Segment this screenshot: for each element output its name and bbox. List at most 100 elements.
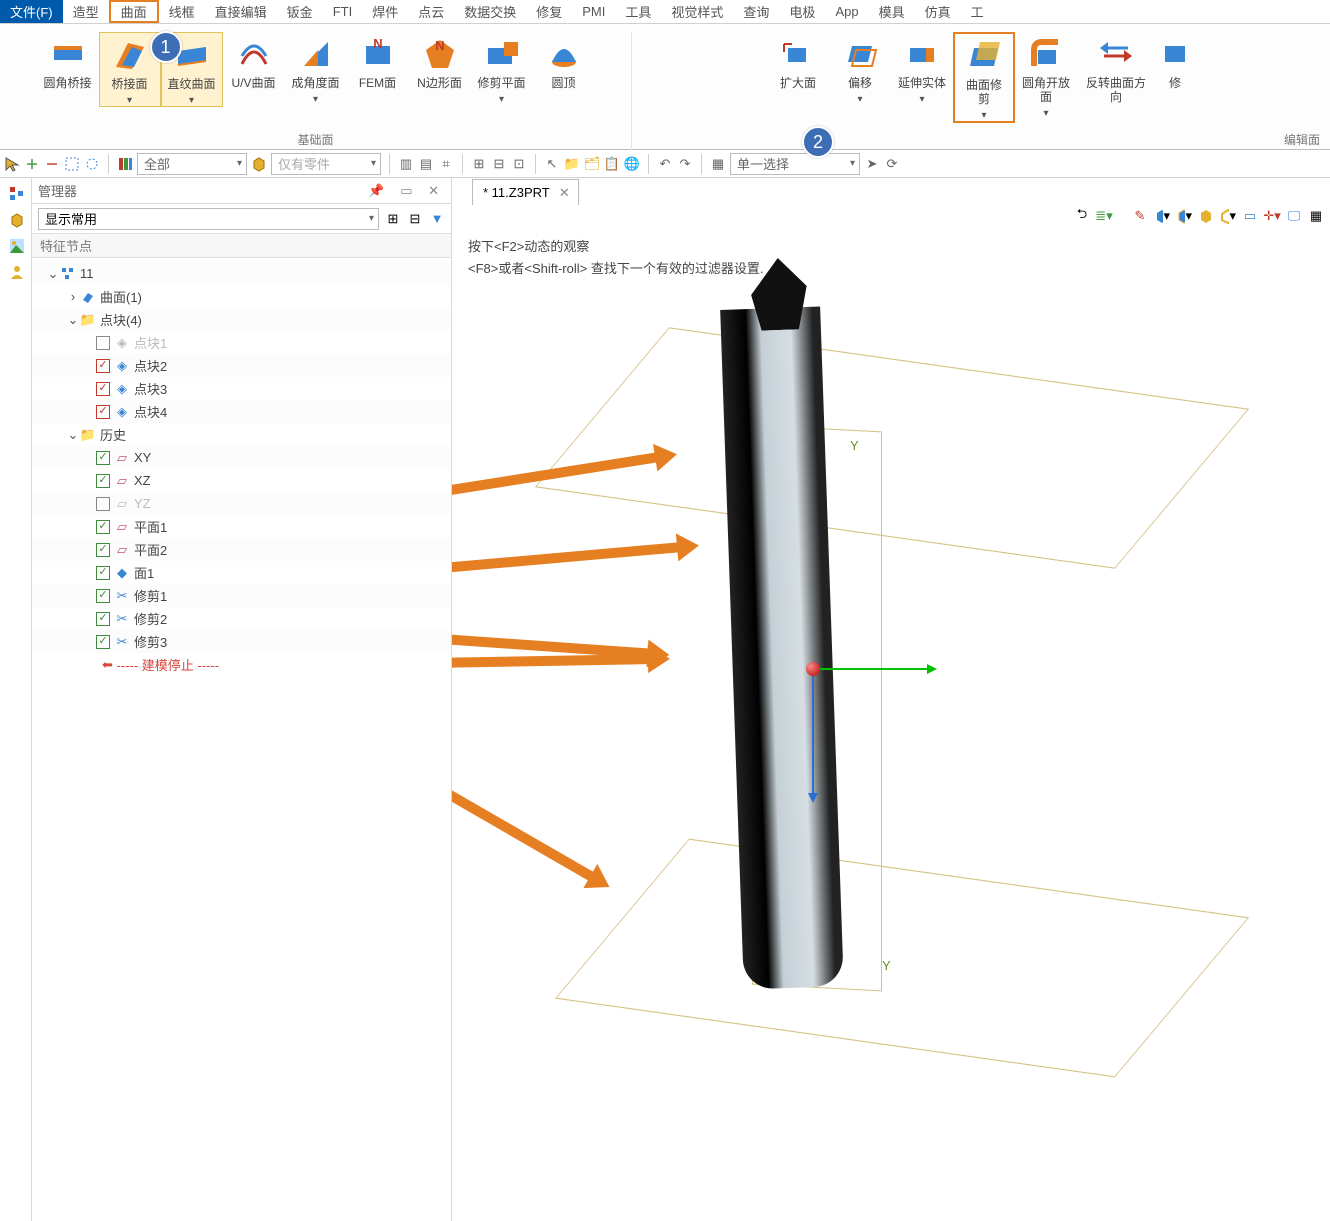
list-icon[interactable]: 📋 — [604, 156, 620, 172]
btn-fillet-bridge[interactable]: 圆角桥接 — [37, 32, 99, 90]
btn-nside-face[interactable]: N N边形面 — [409, 32, 471, 90]
tree-root[interactable]: ⌄ 11 — [32, 262, 451, 285]
tree-block-4[interactable]: ✓ ◈ 点块4 — [32, 400, 451, 423]
menu-query[interactable]: 查询 — [733, 0, 779, 23]
annotation-arrow — [452, 659, 605, 888]
menu-shape[interactable]: 造型 — [63, 0, 109, 23]
btn-offset[interactable]: 偏移 ▾ — [829, 32, 891, 105]
nside-icon: N — [422, 36, 458, 72]
file-menu[interactable]: 文件(F) — [0, 0, 63, 23]
tree-block-1[interactable]: ✓ ◈ 点块1 — [32, 331, 451, 354]
btn-flip-surface[interactable]: 反转曲面方向 — [1077, 32, 1155, 104]
btn-ruled-surface[interactable]: 直纹曲面 ▾ 1 — [161, 32, 223, 107]
tool-icon[interactable]: ▤ — [418, 156, 434, 172]
menu-data[interactable]: 数据交换 — [454, 0, 526, 23]
tree-hist-face1[interactable]: ✓◆面1 — [32, 561, 451, 584]
btn-dome[interactable]: 圆顶 — [533, 32, 595, 90]
btn-fem-face[interactable]: N FEM面 — [347, 32, 409, 90]
folder-icon[interactable]: 🗂 — [584, 156, 600, 172]
menu-sheet[interactable]: 钣金 — [277, 0, 323, 23]
axis-y — [812, 668, 932, 670]
btn-more[interactable]: 修 — [1155, 32, 1195, 90]
tool-icon[interactable]: ⊟ — [491, 156, 507, 172]
tree-icon[interactable] — [8, 186, 24, 202]
menu-pcloud[interactable]: 点云 — [408, 0, 454, 23]
menu-tools[interactable]: 工具 — [615, 0, 661, 23]
menu-fti[interactable]: FTI — [323, 0, 363, 23]
display-mode-select[interactable]: 显示常用 — [38, 208, 379, 230]
redo-icon[interactable]: ↷ — [677, 156, 693, 172]
panel-controls[interactable]: 📌 ▭ ✕ — [368, 183, 445, 199]
tree-hist-trim1[interactable]: ✓✂修剪1 — [32, 584, 451, 607]
tree-hist-plane1[interactable]: ✓▱平面1 — [32, 515, 451, 538]
menu-app[interactable]: App — [825, 0, 868, 23]
palette-icon[interactable] — [117, 156, 133, 172]
tool-icon[interactable]: ▥ — [398, 156, 414, 172]
viewport-scene[interactable]: Y Y — [452, 178, 1330, 1221]
box-icon[interactable]: ▦ — [710, 156, 726, 172]
select-mode-select[interactable]: 单一选择 — [730, 153, 860, 175]
cursor-icon[interactable]: ➤ — [864, 156, 880, 172]
folder-icon[interactable]: 📁 — [564, 156, 580, 172]
menu-visual[interactable]: 视觉样式 — [661, 0, 733, 23]
menu-weld[interactable]: 焊件 — [362, 0, 408, 23]
expand-icon[interactable]: ⊞ — [385, 211, 401, 227]
btn-extend[interactable]: 延伸实体 ▾ — [891, 32, 953, 105]
btn-enlarge-face[interactable]: 扩大面 — [767, 32, 829, 90]
viewport[interactable]: * 11.Z3PRT ✕ ⮌ ≣▾ ✎ ▾ ▾ ▾ ▭ ✛▾ 🖵 ▦ 按下<F2… — [452, 178, 1330, 1221]
tree-hist-yz[interactable]: ✓▱YZ — [32, 492, 451, 515]
angle-icon — [298, 36, 334, 72]
refresh-icon[interactable]: ⟳ — [884, 156, 900, 172]
parts-only-select[interactable]: 仅有零件 — [271, 153, 381, 175]
btn-surface-trim[interactable]: 曲面修剪 ▾ — [953, 32, 1015, 123]
manager-toolbar: 显示常用 ⊞ ⊟ ▼ — [32, 204, 451, 234]
box-icon[interactable] — [251, 156, 267, 172]
tree-history[interactable]: ⌄ 📁 历史 — [32, 423, 451, 446]
tree-blocks-group[interactable]: ⌄ 📁 点块(4) — [32, 308, 451, 331]
menu-mold[interactable]: 模具 — [869, 0, 915, 23]
select-rect-icon[interactable] — [64, 156, 80, 172]
secondary-toolbar: ＋ － 全部 仅有零件 ▥ ▤ ⌗ ⊞ ⊟ ⊡ ↖ 📁 🗂 📋 🌐 ↶ ↷ ▦ … — [0, 150, 1330, 178]
tool-icon[interactable]: ⊞ — [471, 156, 487, 172]
arrow-cursor-icon[interactable] — [4, 156, 20, 172]
tool-icon[interactable]: ↖ — [544, 156, 560, 172]
menu-heal[interactable]: 修复 — [526, 0, 572, 23]
menu-sim[interactable]: 仿真 — [915, 0, 961, 23]
menu-surface[interactable]: 曲面 — [109, 0, 159, 23]
tree-surface[interactable]: › 曲面(1) — [32, 285, 451, 308]
undo-icon[interactable]: ↶ — [657, 156, 673, 172]
menu-wire[interactable]: 线框 — [159, 0, 205, 23]
btn-uv-surface[interactable]: U/V曲面 — [223, 32, 285, 90]
cube-icon[interactable] — [8, 212, 24, 228]
btn-fillet-open[interactable]: 圆角开放面 ▾ — [1015, 32, 1077, 119]
folder-icon: 📁 — [80, 427, 96, 443]
globe-icon[interactable]: 🌐 — [624, 156, 640, 172]
menu-more[interactable]: 工 — [961, 0, 994, 23]
tree-hist-plane2[interactable]: ✓▱平面2 — [32, 538, 451, 561]
select-lasso-icon[interactable] — [84, 156, 100, 172]
tree-hist-trim3[interactable]: ✓✂修剪3 — [32, 630, 451, 653]
tool-icon[interactable]: ⌗ — [438, 156, 454, 172]
ribbon-group-base: 圆角桥接 桥接面 ▾ 直纹曲面 ▾ 1 U/V曲面 — [0, 32, 632, 150]
tree-block-2[interactable]: ✓ ◈ 点块2 — [32, 354, 451, 377]
ribbon-group-label: 编辑面 — [1284, 131, 1320, 148]
filter-all-select[interactable]: 全部 — [137, 153, 247, 175]
tree-block-3[interactable]: ✓ ◈ 点块3 — [32, 377, 451, 400]
filter-icon[interactable]: ▼ — [429, 211, 445, 227]
offset-icon — [842, 36, 878, 72]
tool-icon[interactable]: ⊡ — [511, 156, 527, 172]
tree-hist-xz[interactable]: ✓▱XZ — [32, 469, 451, 492]
chevron-down-icon: ▾ — [919, 94, 924, 105]
minus-icon[interactable]: － — [44, 156, 60, 172]
plus-icon[interactable]: ＋ — [24, 156, 40, 172]
btn-trim-plane[interactable]: 修剪平面 ▾ — [471, 32, 533, 105]
menu-direct[interactable]: 直接编辑 — [205, 0, 277, 23]
landscape-icon[interactable] — [8, 238, 24, 254]
user-icon[interactable] — [8, 264, 24, 280]
btn-angle-face[interactable]: 成角度面 ▾ — [285, 32, 347, 105]
tree-hist-xy[interactable]: ✓▱XY — [32, 446, 451, 469]
tree-hist-trim2[interactable]: ✓✂修剪2 — [32, 607, 451, 630]
menu-pmi[interactable]: PMI — [572, 0, 615, 23]
collapse-icon[interactable]: ⊟ — [407, 211, 423, 227]
menu-electrode[interactable]: 电极 — [779, 0, 825, 23]
